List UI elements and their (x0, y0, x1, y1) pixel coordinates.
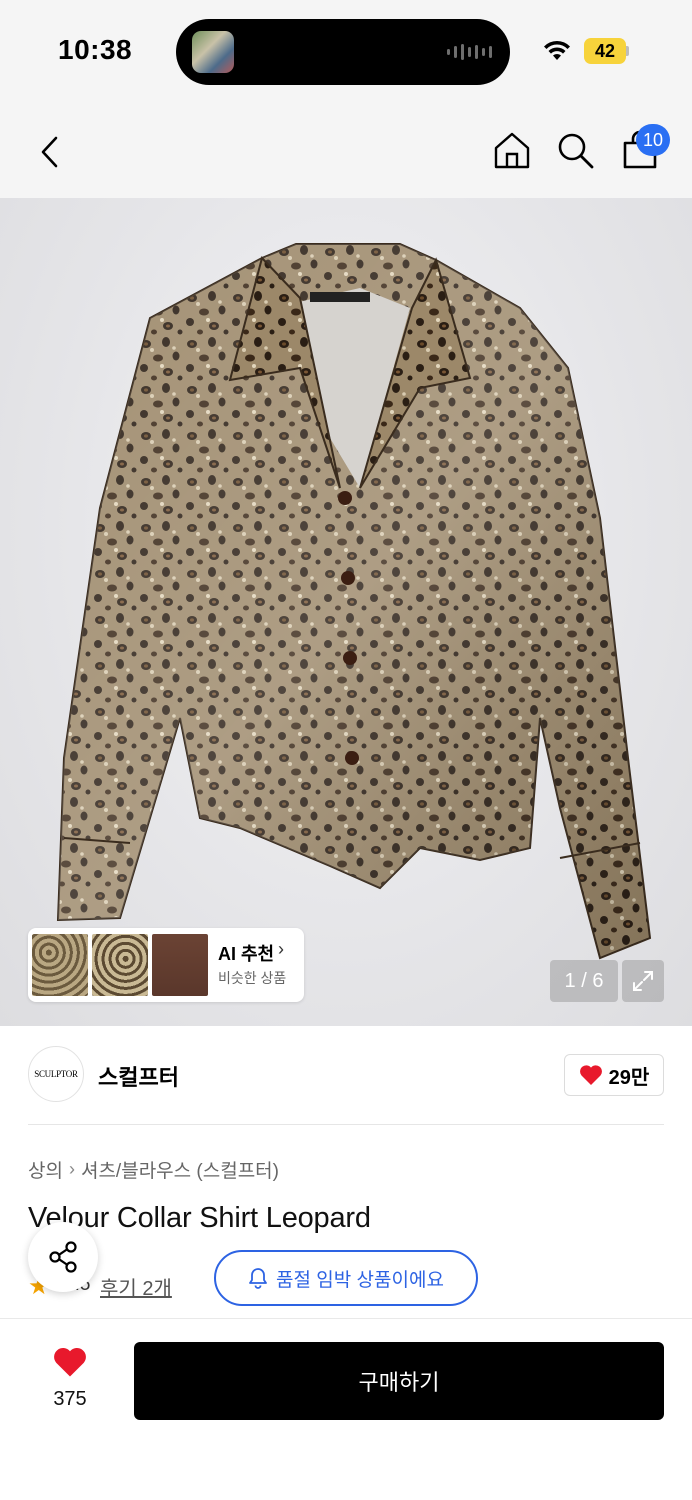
search-button[interactable] (553, 128, 597, 172)
product-like-button[interactable]: 375 (40, 1344, 100, 1416)
stock-alert-button[interactable]: 품절 임박 상품이에요 (214, 1250, 478, 1306)
product-like-count: 375 (53, 1388, 87, 1410)
back-button[interactable] (28, 130, 72, 174)
expand-image-button[interactable] (622, 960, 664, 1002)
heart-icon (579, 1065, 602, 1085)
audio-wave-icon (447, 43, 492, 61)
heart-icon (54, 1347, 86, 1377)
status-time: 10:38 (58, 34, 133, 65)
dynamic-island[interactable] (176, 19, 510, 85)
home-icon (494, 132, 530, 169)
stock-alert-label: 품절 임박 상품이에요 (276, 1269, 444, 1291)
chevron-left-icon (41, 136, 58, 168)
brand-logo[interactable]: SCULPTOR (28, 1046, 84, 1102)
bell-icon (249, 1268, 267, 1289)
recommended-product-thumb[interactable] (32, 934, 88, 996)
chevron-right-icon: › (278, 939, 284, 959)
share-icon (49, 1241, 77, 1273)
now-playing-artwork (192, 31, 234, 73)
cart-count-badge: 10 (636, 124, 670, 156)
ai-recommendation-card[interactable]: AI 추천 › 비슷한 상품 (28, 928, 304, 1002)
brand-name[interactable]: 스컬프터 (98, 1060, 179, 1092)
share-button[interactable] (28, 1222, 98, 1292)
home-button[interactable] (490, 128, 534, 172)
review-link[interactable]: 후기 2개 (100, 1272, 172, 1301)
image-page-counter: 1 / 6 (550, 960, 618, 1002)
search-icon (558, 133, 594, 169)
battery-tip (626, 46, 629, 56)
brand-like-button[interactable]: 29만 (564, 1054, 664, 1096)
bottom-bar-divider (0, 1318, 692, 1319)
status-bar: 10:38 42 (0, 0, 692, 100)
brand-logo-text: SCULPTOR (34, 1069, 78, 1079)
recommended-product-thumb[interactable] (152, 934, 208, 996)
buy-button[interactable]: 구매하기 (134, 1342, 664, 1420)
wifi-icon (544, 40, 570, 60)
breadcrumb: 상의 › 셔츠/블라우스 (스컬프터) (28, 1156, 279, 1183)
ai-recommendation-subtitle: 비슷한 상품 (218, 970, 287, 986)
product-image (56, 243, 652, 960)
brand-like-count: 29만 (608, 1066, 650, 1089)
ai-recommendation-title: AI 추천 (218, 944, 275, 964)
recommended-product-thumb[interactable] (92, 934, 148, 996)
section-divider (28, 1124, 664, 1125)
product-image-gallery[interactable]: AI 추천 › 비슷한 상품 1 / 6 (0, 198, 692, 1026)
battery-indicator: 42 (584, 38, 626, 64)
top-nav (0, 100, 692, 198)
breadcrumb-item[interactable]: 상의 (28, 1156, 63, 1183)
expand-icon (633, 971, 653, 991)
breadcrumb-item[interactable]: 셔츠/블라우스 (스컬프터) (81, 1156, 279, 1183)
chevron-right-icon: › (68, 1159, 75, 1179)
